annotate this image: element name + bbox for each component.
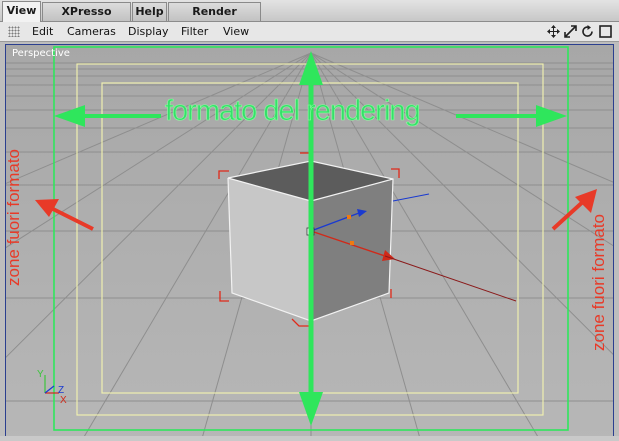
- viewport-menu-bar: Edit Cameras Display Filter View: [0, 22, 619, 42]
- menu-edit[interactable]: Edit: [32, 25, 53, 39]
- render-format-annotation: formato del rendering: [165, 95, 421, 128]
- cinema4d-viewport-window: View XPresso Editor Help Render Settings…: [0, 0, 619, 441]
- zoom-view-icon[interactable]: [563, 24, 578, 39]
- menu-filter[interactable]: Filter: [181, 25, 208, 39]
- tab-help[interactable]: Help: [132, 2, 167, 21]
- tab-view[interactable]: View: [2, 1, 41, 22]
- outside-format-right-text: zone fuori formato: [589, 213, 608, 351]
- viewport-camera-label: Perspective: [12, 48, 70, 59]
- outside-format-right-annotation: zone fuori formato: [588, 175, 619, 355]
- axis-label-x: X: [60, 395, 67, 406]
- outside-format-left-annotation: zone fuori formato: [3, 110, 37, 290]
- menu-cameras[interactable]: Cameras: [67, 25, 116, 39]
- axis-label-y: Y: [37, 369, 44, 380]
- move-view-icon[interactable]: [546, 24, 561, 39]
- cut-off-bottom-menu-bar: [0, 436, 619, 441]
- panel-tab-bar: View XPresso Editor Help Render Settings: [0, 0, 619, 35]
- outside-format-left-text: zone fuori formato: [4, 148, 23, 286]
- drag-grip-icon[interactable]: [8, 26, 20, 37]
- menu-view[interactable]: View: [223, 25, 249, 39]
- rotate-view-icon[interactable]: [580, 24, 595, 39]
- menu-display[interactable]: Display: [128, 25, 169, 39]
- tab-render-settings[interactable]: Render Settings: [168, 2, 261, 35]
- tab-xpresso-editor[interactable]: XPresso Editor: [42, 2, 131, 35]
- maximize-view-icon[interactable]: [598, 24, 613, 39]
